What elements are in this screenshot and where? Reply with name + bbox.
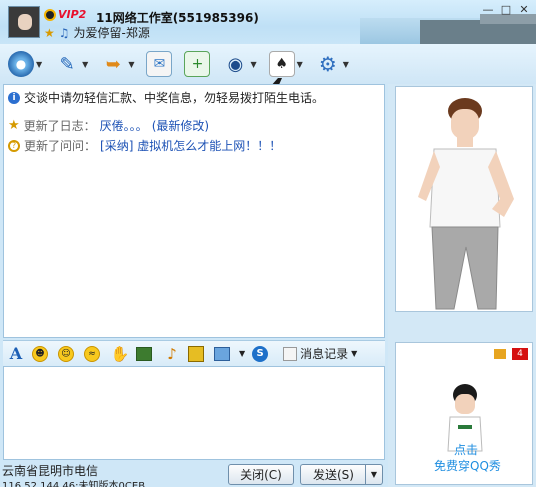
contact-qq-show[interactable] [395,86,533,312]
close-button[interactable]: 关闭(C) [228,464,294,485]
shake-icon: ≈ [84,345,100,362]
question-title-link[interactable]: [采纳] 虚拟机怎么才能上网！！！ [100,137,281,154]
microphone-icon: ✎ [59,53,75,75]
voice-call-button[interactable]: ✎ ▼ [54,51,89,77]
gift-icon [188,345,204,362]
promo-click-text[interactable]: 点击 [454,441,478,458]
question-update: ? 更新了问问： [采纳] 虚拟机怎么才能上网！！！ [8,137,281,154]
star-level-icon: ★ [44,25,55,40]
window-controls: — □ ✕ [480,2,532,16]
maximize-icon[interactable]: □ [498,2,514,16]
image-icon [136,346,152,361]
chevron-down-icon[interactable]: ▼ [250,60,256,69]
magic-emoticon-button[interactable]: ☺ [57,343,79,365]
emoticon-button[interactable]: ☻ [31,343,53,365]
shake-button[interactable]: ≈ [83,343,105,365]
contact-signature: 为爱停留-郑源 [73,26,150,40]
chevron-down-icon[interactable]: ▼ [343,60,349,69]
chevron-down-icon[interactable]: ▼ [239,349,245,358]
chevron-down-icon[interactable]: ▼ [36,60,42,69]
message-input[interactable] [3,366,385,460]
chat-history[interactable]: i 交谈中请勿轻信汇款、中奖信息，勿轻易拨打陌生电话。 ★ 更新了日志： 厌倦。… [3,84,385,338]
screenshot-icon [214,346,230,361]
webcam-icon: ● [8,51,34,77]
format-toolbar: A ☻ ☺ ≈ ✋ ♪ ▼ S 消息记录 ▼ [3,340,385,366]
music-button[interactable]: ♪ [161,343,183,365]
voice-message-button[interactable]: ✋ [109,343,131,365]
chevron-down-icon[interactable]: ▼ [297,60,303,69]
close-window-icon[interactable]: ✕ [516,2,532,16]
send-button[interactable]: 发送(S) [300,464,366,485]
send-file-icon: ➥ [105,53,121,75]
send-file-button[interactable]: ➥ ▼ [100,51,135,77]
s-app-icon: S [252,345,269,362]
screenshot-button[interactable] [213,343,235,365]
history-icon [283,346,298,361]
minimize-icon[interactable]: — [480,2,496,16]
remote-assist-icon: ◉ [227,53,244,75]
hand-icon: ✋ [110,344,130,363]
video-call-button[interactable]: ● ▼ [8,51,42,77]
blog-suffix-link[interactable]: (最新修改) [152,117,209,134]
main-toolbar: ● ▼ ✎ ▼ ➥ ▼ ✉ + ◉ ▼ ♠ ▼ ⚙ ▼ [0,44,536,96]
gift-button[interactable] [187,343,209,365]
notification-count: 4 [512,348,528,360]
blog-update: ★ 更新了日志： 厌倦。。。 (最新修改) [8,117,209,134]
message-history-button[interactable]: 消息记录 ▼ [283,345,357,362]
chevron-down-icon: ▼ [370,470,378,479]
contact-avatar[interactable] [8,6,40,38]
note-icon: + [184,51,211,77]
games-button[interactable]: ♠ ▼ [268,51,303,77]
info-icon: i [8,91,20,104]
speaker-icon[interactable] [494,349,506,359]
magic-smiley-icon: ☺ [58,345,74,362]
question-prefix: 更新了问问： [24,139,97,153]
qq-penguin-icon [44,8,56,21]
blog-title-link[interactable]: 厌倦。。。 [100,117,148,134]
music-note-icon: ♫ [58,25,70,40]
settings-button[interactable]: ⚙ ▼ [315,51,349,77]
warning-text: 交谈中请勿轻信汇款、中奖信息，勿轻易拨打陌生电话。 [24,91,325,105]
chevron-down-icon[interactable]: ▼ [128,60,134,69]
signature-row: ★ ♫ 为爱停留-郑源 [44,24,150,41]
promo-qq-show-link[interactable]: 免费穿QQ秀 [434,457,501,474]
smiley-icon: ☻ [32,345,48,362]
music-icon: ♪ [167,344,177,363]
blog-prefix: 更新了日志： [23,119,96,133]
send-image-button[interactable] [135,343,157,365]
chevron-down-icon[interactable]: ▼ [82,60,88,69]
vip-badge[interactable]: VIP2 [44,8,86,21]
skype-button[interactable]: S [251,343,273,365]
settings-icon: ⚙ [318,52,337,76]
games-icon: ♠ [268,51,295,77]
footer: 云南省昆明市电信 116.52.144.46:未知版本0CEB 关闭(C) 发送… [0,460,388,487]
send-options-dropdown[interactable]: ▼ [365,464,383,485]
security-warning: i 交谈中请勿轻信汇款、中奖信息，勿轻易拨打陌生电话。 [8,89,324,106]
email-icon: ✉ [146,51,173,77]
chevron-down-icon: ▼ [351,349,358,358]
remote-assist-button[interactable]: ◉ ▼ [222,51,257,77]
email-button[interactable]: ✉ [146,51,173,77]
vip-label: VIP2 [58,8,87,21]
title-bar: — □ ✕ VIP2 11网络工作室(551985396) ★ ♫ 为爱停留-郑… [0,0,536,44]
star-icon: ★ [8,118,20,133]
right-sidebar: 4 点击 免费穿QQ秀 [388,84,536,487]
history-label: 消息记录 [300,347,349,361]
ip-info-text: 116.52.144.46:未知版本0CEB [2,481,146,487]
font-icon[interactable]: A [5,343,27,365]
question-icon: ? [8,139,20,152]
my-qq-show[interactable]: 4 点击 免费穿QQ秀 [395,342,533,485]
note-button[interactable]: + [184,51,211,77]
avatar-figure-icon [418,98,514,310]
